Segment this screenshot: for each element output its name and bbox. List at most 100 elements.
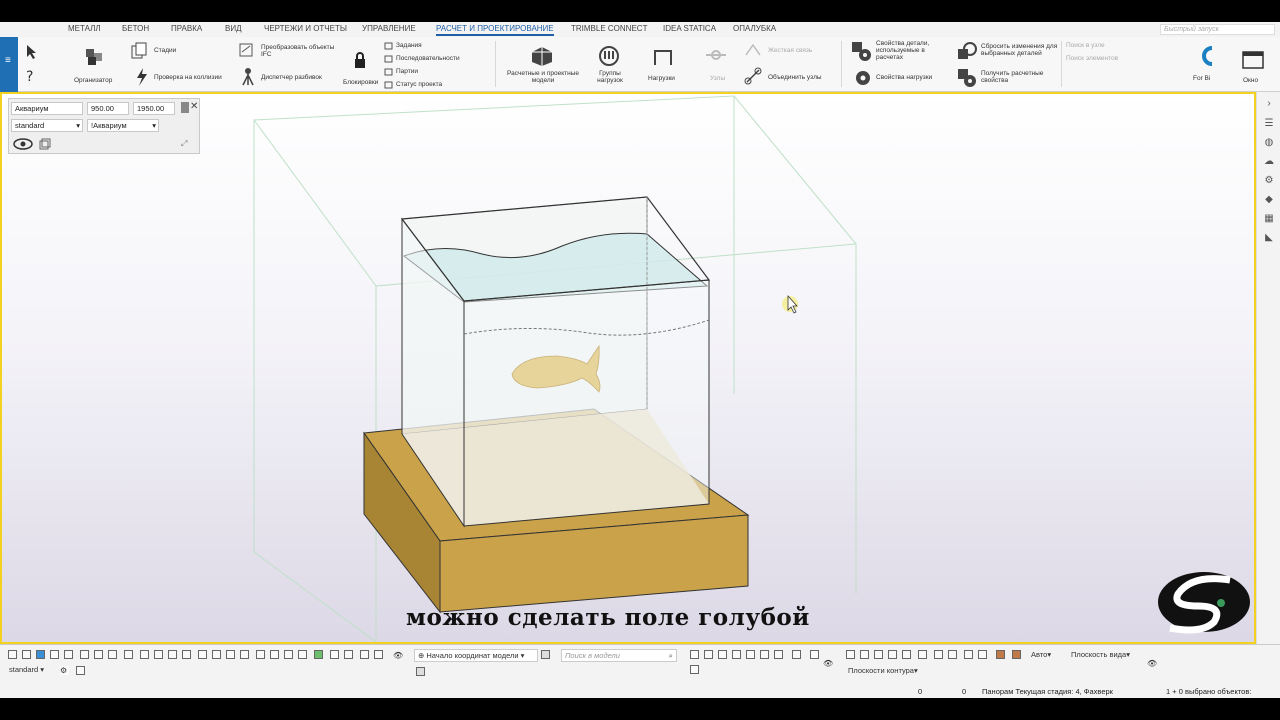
- stages-icon: [131, 42, 147, 59]
- window-button[interactable]: Окно: [1243, 77, 1258, 84]
- expand-icon[interactable]: ⤢: [181, 139, 187, 149]
- status-x: 0: [918, 687, 923, 696]
- cube-icon[interactable]: ◆: [1263, 194, 1275, 206]
- svg-text:?: ?: [26, 69, 33, 85]
- tab-trimble-connect[interactable]: TRIMBLE CONNECT: [571, 24, 647, 33]
- gear-icon[interactable]: ⚙: [1263, 175, 1275, 187]
- video-subtitle: можно сделать поле голубой: [406, 604, 810, 631]
- tab-edit[interactable]: ПРАВКА: [171, 24, 202, 33]
- filter-cursor-icon[interactable]: [76, 666, 85, 675]
- visibility-eye-icon[interactable]: 👁: [393, 651, 403, 660]
- contour-planes-select[interactable]: Плоскости контура▾: [845, 665, 929, 678]
- sequences-button[interactable]: Последовательности: [396, 55, 460, 62]
- nodes-button[interactable]: Узлы: [710, 75, 725, 82]
- merge-nodes-icon: [744, 67, 762, 85]
- merge-nodes-button[interactable]: Объединить узлы: [768, 74, 822, 81]
- collapse-arrow-icon[interactable]: ›: [1263, 98, 1275, 110]
- close-icon[interactable]: ✕: [190, 101, 198, 112]
- right-side-panel: › ☰ ◍ ☁ ⚙ ◆ ▦ ◣: [1256, 92, 1280, 644]
- eye-icon[interactable]: [13, 138, 33, 150]
- bottom-toolbar: standard ▾ ⚙ 👁 ⊕ Начало координат модели…: [0, 644, 1280, 698]
- globe-icon[interactable]: ◍: [1263, 137, 1275, 149]
- coord-extra-button[interactable]: [541, 650, 550, 659]
- get-analysis-props-icon: [958, 69, 976, 87]
- part-properties-button[interactable]: Свойства детали, используемые в расчетах: [876, 40, 936, 61]
- search-placeholder: Поиск в модели: [565, 651, 620, 660]
- search-icon: ⌕: [668, 651, 673, 660]
- rigid-link-button[interactable]: Жесткая связь: [768, 47, 812, 54]
- organizer-button[interactable]: Организатор: [74, 77, 112, 84]
- element-search-button[interactable]: Поиск элементов: [1066, 55, 1118, 62]
- organizer-icon[interactable]: [80, 43, 108, 69]
- tasks-button[interactable]: Задания: [396, 42, 422, 49]
- value1-field[interactable]: 950.00: [87, 102, 129, 115]
- tab-formwork[interactable]: ОПАЛУБКА: [733, 24, 776, 33]
- model-viewport[interactable]: Аквариум 950.00 1950.00 ✕ standard ▾ !Акв…: [0, 92, 1256, 644]
- tab-drawings[interactable]: ЧЕРТЕЖИ И ОТЧЕТЫ: [264, 24, 347, 33]
- ribbon: ? Организатор Стадии Проверка на коллизи…: [18, 37, 1280, 92]
- stages-button[interactable]: Стадии: [154, 47, 176, 54]
- file-menu-button[interactable]: ≡: [0, 37, 18, 92]
- preset-select[interactable]: standard ▾: [11, 119, 83, 132]
- tag-icon[interactable]: ◣: [1263, 232, 1275, 244]
- auto-select[interactable]: Авто▾: [1028, 649, 1062, 662]
- load-groups-button[interactable]: Группы нагрузок: [592, 70, 628, 84]
- chevron-down-icon: ▾: [76, 121, 80, 130]
- view-plane-value: Плоскость вида: [1071, 650, 1127, 659]
- loads-button[interactable]: Нагрузки: [648, 75, 675, 82]
- ifc-convert-icon: [239, 43, 253, 57]
- part-properties-gear-icon: [852, 42, 871, 61]
- lots-button[interactable]: Партии: [396, 68, 418, 75]
- load-properties-button[interactable]: Свойства нагрузки: [876, 74, 932, 81]
- tekla-window: МЕТАЛЛ БЕТОН ПРАВКА ВИД ЧЕРТЕЖИ И ОТЧЕТЫ…: [0, 22, 1280, 698]
- collision-check-button[interactable]: Проверка на коллизии: [154, 74, 222, 81]
- filter-gear-icon[interactable]: ⚙: [60, 666, 69, 675]
- chevron-down-icon: ▾: [152, 121, 156, 130]
- cloud-icon[interactable]: ☁: [1263, 156, 1275, 168]
- contour-planes-value: Плоскости контура: [848, 666, 914, 675]
- coord-origin-select[interactable]: ⊕ Начало координат модели ▾: [414, 649, 538, 662]
- status-stage: Панорам Текущая стадия: 4, Фахверк: [982, 687, 1113, 696]
- tab-idea-statica[interactable]: IDEA STATICA: [663, 24, 716, 33]
- analysis-models-button[interactable]: Расчетные и проектные модели: [503, 70, 583, 84]
- tab-analysis[interactable]: РАСЧЕТ И ПРОЕКТИРОВАНИЕ: [436, 24, 554, 36]
- preset2-select[interactable]: !Аквариум ▾: [87, 119, 159, 132]
- properties-icon[interactable]: ☰: [1263, 118, 1275, 130]
- select-pointer-icon[interactable]: ?: [24, 43, 44, 87]
- layout-manager-button[interactable]: Диспетчер разбивок: [261, 74, 322, 81]
- status-y: 0: [962, 687, 967, 696]
- tab-view[interactable]: ВИД: [225, 24, 242, 33]
- copy-icon[interactable]: [39, 138, 51, 150]
- load-properties-gear-icon: [856, 71, 870, 85]
- reset-changes-button[interactable]: Сбросить изменения для выбранных деталей: [981, 43, 1063, 57]
- locks-button[interactable]: Блокировки: [343, 79, 378, 86]
- tripod-icon: [242, 68, 254, 86]
- preset2-value: !Аквариум: [91, 121, 127, 130]
- quick-launch-input[interactable]: Быстрый запуск: [1160, 24, 1275, 35]
- node-search-button[interactable]: Поиск в узле: [1066, 42, 1105, 49]
- grid-button[interactable]: [416, 667, 425, 676]
- properties-minipanel: Аквариум 950.00 1950.00 ✕ standard ▾ !Акв…: [8, 98, 200, 154]
- name-field[interactable]: Аквариум: [11, 102, 83, 115]
- tab-metal[interactable]: МЕТАЛЛ: [68, 24, 101, 33]
- snap-eye-icon[interactable]: 👁: [823, 659, 833, 668]
- analysis-model-icon: [532, 47, 552, 66]
- model-search-input[interactable]: Поиск в модели ⌕: [561, 649, 677, 662]
- task-list-icons: [384, 42, 393, 89]
- coord-origin-value: Начало координат модели: [426, 651, 519, 660]
- for-bim-button[interactable]: For Bi: [1193, 75, 1210, 82]
- tab-concrete[interactable]: БЕТОН: [122, 24, 149, 33]
- pin-icon[interactable]: [181, 102, 189, 113]
- load-groups-icon: [599, 46, 619, 66]
- components-icon[interactable]: ▦: [1263, 213, 1275, 225]
- convert-ifc-button[interactable]: Преобразовать объекты IFC: [261, 44, 345, 58]
- value2-field[interactable]: 1950.00: [133, 102, 175, 115]
- filter-select[interactable]: standard ▾: [6, 664, 50, 677]
- project-status-button[interactable]: Статус проекта: [396, 81, 442, 88]
- for-bim-icon: [1202, 46, 1213, 66]
- view-plane-select[interactable]: Плоскость вида▾: [1068, 649, 1144, 662]
- menu-tabs: МЕТАЛЛ БЕТОН ПРАВКА ВИД ЧЕРТЕЖИ И ОТЧЕТЫ…: [0, 22, 1280, 37]
- get-analysis-props-button[interactable]: Получить расчетные свойства: [981, 70, 1053, 84]
- plane-eye-icon[interactable]: 👁: [1147, 659, 1157, 668]
- window-icon: [1242, 51, 1264, 69]
